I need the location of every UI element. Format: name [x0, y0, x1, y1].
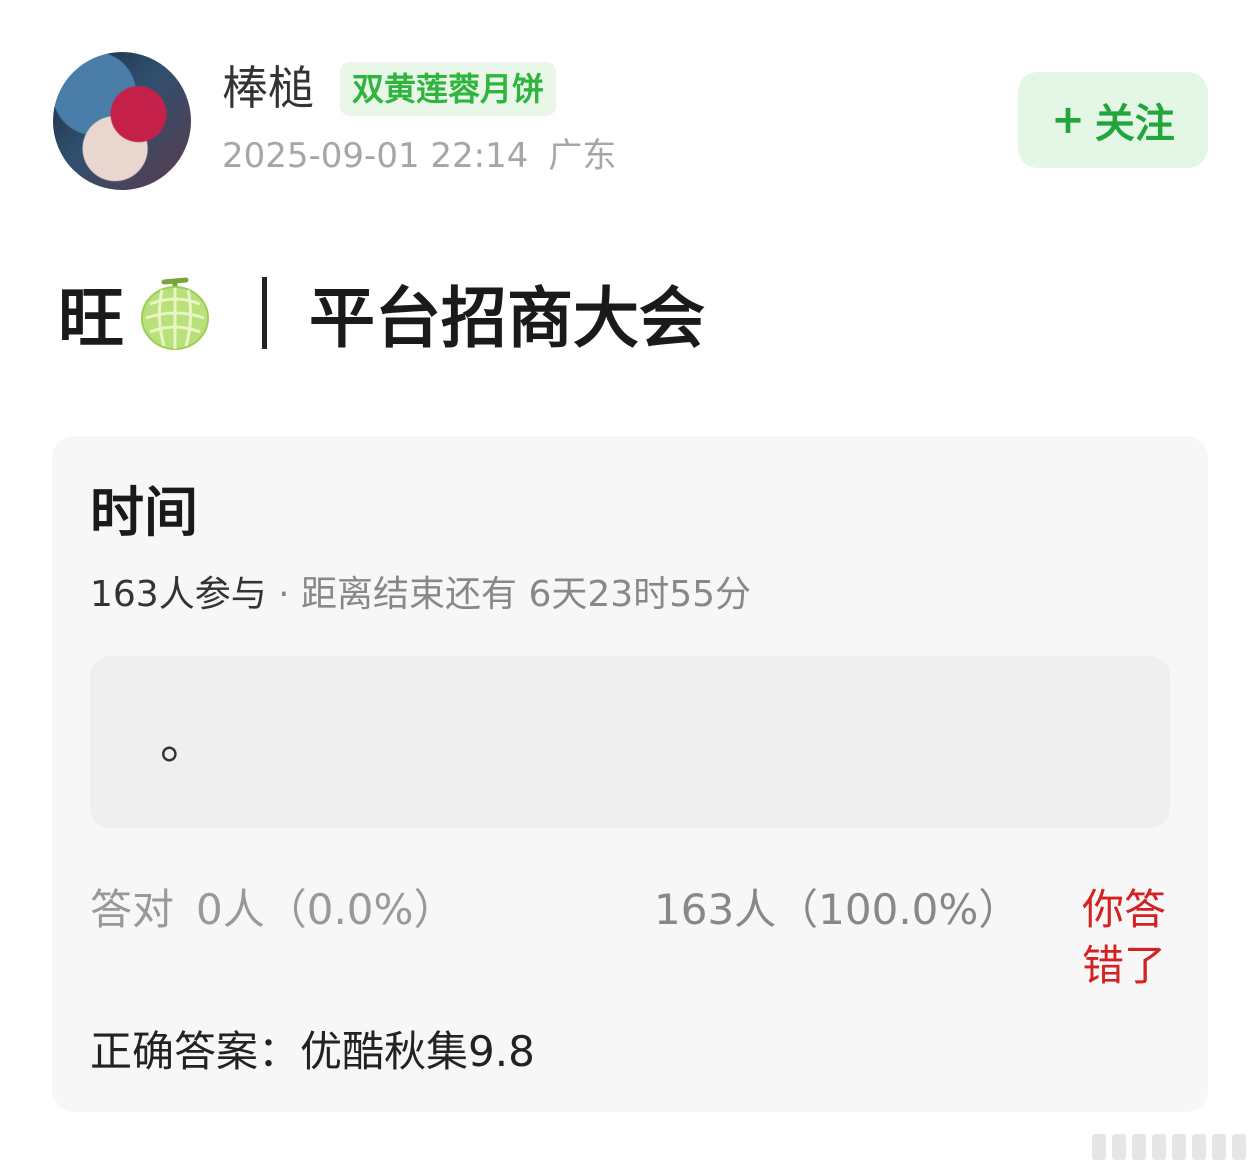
- melon-icon: [136, 274, 214, 352]
- poll-card: 时间 163人参与 · 距离结束还有 6天23时55分 。 答对 0人（0.0%）…: [52, 436, 1208, 1112]
- post-title: 旺 平台招商大会: [58, 270, 705, 357]
- wrong-line-2: 错了: [1082, 941, 1167, 990]
- follow-button[interactable]: + 关注: [1018, 72, 1208, 168]
- poll-option[interactable]: 。: [90, 656, 1170, 828]
- post-meta: 2025-09-01 22:14 广东: [222, 134, 616, 178]
- poll-correct-stat: 答对 0人（0.0%）: [90, 882, 455, 938]
- follow-label: 关注: [1094, 101, 1175, 147]
- watermark: [1092, 1130, 1246, 1160]
- post-location: 广东: [548, 136, 617, 176]
- author-badge: 双黄莲蓉月饼: [340, 62, 557, 116]
- wrong-answer-badge: 你答 错了: [1082, 882, 1182, 994]
- wrong-line-1: 你答: [1082, 885, 1167, 934]
- poll-option-text: 。: [160, 714, 209, 770]
- poll-title: 时间: [90, 481, 198, 544]
- title-prefix: 旺: [58, 280, 124, 357]
- author-name[interactable]: 棒槌: [222, 60, 314, 116]
- avatar[interactable]: [53, 52, 191, 190]
- plus-icon: +: [1051, 97, 1085, 143]
- post-datetime: 2025-09-01 22:14: [222, 136, 529, 176]
- correct-label: 答对: [90, 885, 175, 934]
- title-separator: [262, 277, 267, 349]
- poll-remaining: · 距离结束还有 6天23时55分: [278, 574, 752, 615]
- correct-answer: 正确答案：优酷秋集9.8: [90, 1027, 535, 1076]
- correct-value: 0人（0.0%）: [196, 885, 456, 934]
- poll-participants: 163人参与: [90, 574, 267, 615]
- title-text: 平台招商大会: [309, 280, 705, 357]
- poll-meta: 163人参与 · 距离结束还有 6天23时55分: [90, 572, 751, 618]
- poll-other-stat: 163人（100.0%）: [654, 885, 1021, 934]
